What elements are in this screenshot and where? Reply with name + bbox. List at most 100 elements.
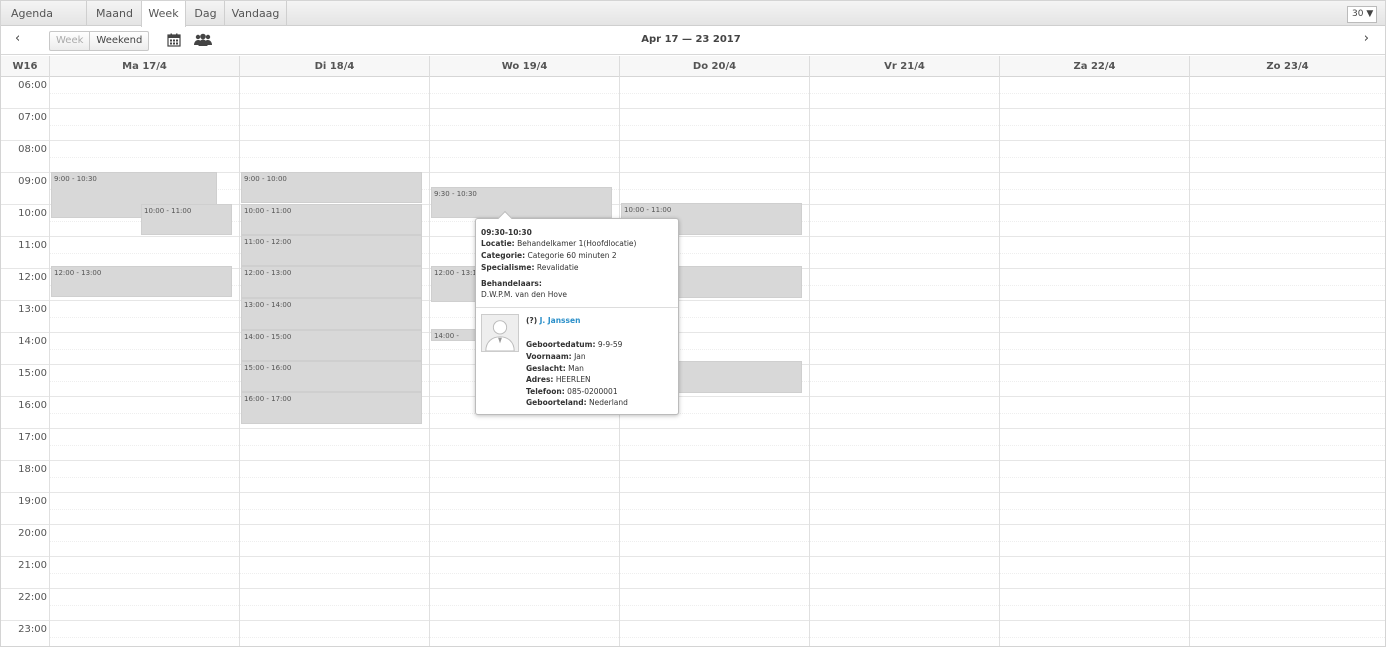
- week-header: W16 Ma 17/4 Di 18/4 Wo 19/4 Do 20/4 Vr 2…: [1, 56, 1385, 77]
- appointment[interactable]: 9:00 - 10:00: [241, 172, 422, 203]
- hour-label: 16:00: [18, 400, 47, 411]
- specialisme-label: Specialisme:: [481, 263, 535, 272]
- column-divider: [239, 77, 240, 646]
- hour-label: 12:00: [18, 272, 47, 283]
- appointment[interactable]: 16:00 - 17:00: [241, 392, 422, 424]
- day-header-za[interactable]: Za 22/4: [999, 56, 1189, 77]
- hour-row: 06:00: [1, 77, 1385, 109]
- hour-label: 17:00: [18, 432, 47, 443]
- voornaam-label: Voornaam:: [526, 352, 572, 361]
- adres-value: HEERLEN: [555, 375, 591, 384]
- day-header-zo[interactable]: Zo 23/4: [1189, 56, 1385, 77]
- hour-label: 10:00: [18, 208, 47, 219]
- tab-dag[interactable]: Dag: [187, 1, 225, 26]
- time-grid[interactable]: 06:00 07:00 08:00 09:00 10:00 11:00 12:0…: [1, 77, 1385, 646]
- tab-maand[interactable]: Maand: [88, 1, 141, 26]
- day-header-vr[interactable]: Vr 21/4: [809, 56, 999, 77]
- appointment[interactable]: 15:00 - 16:00: [241, 361, 422, 392]
- specialisme-value: Revalidatie: [536, 263, 579, 272]
- appointment[interactable]: 10:00 - 11:00: [241, 204, 422, 235]
- hour-label: 15:00: [18, 368, 47, 379]
- hour-row: 20:00: [1, 525, 1385, 557]
- day-header-wo[interactable]: Wo 19/4: [429, 56, 619, 77]
- column-divider: [49, 77, 50, 646]
- hour-label: 18:00: [18, 464, 47, 475]
- toolbar: ‹ Week Weekend Apr 17 — 23 2017 ›: [1, 27, 1385, 55]
- column-divider: [809, 77, 810, 646]
- categorie-label: Categorie:: [481, 251, 526, 260]
- geboortedatum-label: Geboortedatum:: [526, 340, 596, 349]
- hour-row: 13:00: [1, 301, 1385, 333]
- behandelaars-label: Behandelaars:: [481, 279, 542, 288]
- telefoon-label: Telefoon:: [526, 387, 565, 396]
- appointment[interactable]: 10:00 - 11:00: [141, 204, 232, 235]
- divider: [476, 307, 678, 308]
- appointment[interactable]: 9:30 - 10:30: [431, 187, 612, 218]
- column-divider: [429, 77, 430, 646]
- geslacht-label: Geslacht:: [526, 364, 566, 373]
- next-week-button[interactable]: ›: [1364, 31, 1369, 46]
- column-divider: [999, 77, 1000, 646]
- day-header-ma[interactable]: Ma 17/4: [49, 56, 239, 77]
- geslacht-value: Man: [568, 364, 584, 373]
- tab-agenda[interactable]: Agenda: [1, 1, 87, 26]
- geboortedatum-value: 9-9-59: [597, 340, 623, 349]
- categorie-value: Categorie 60 minuten 2: [527, 251, 617, 260]
- date-range-title: Apr 17 — 23 2017: [641, 34, 741, 45]
- appointment[interactable]: 12:00 - 13:00: [51, 266, 232, 297]
- hour-row: 19:00: [1, 493, 1385, 525]
- hour-row: 17:00: [1, 429, 1385, 461]
- week-button[interactable]: Week: [50, 32, 91, 50]
- day-header-di[interactable]: Di 18/4: [239, 56, 429, 77]
- calendar-icon[interactable]: [167, 33, 181, 47]
- people-icon[interactable]: [194, 33, 212, 47]
- patient-prefix: (?): [526, 316, 538, 325]
- telefoon-value: 085-0200001: [567, 387, 618, 396]
- tab-vandaag[interactable]: Vandaag: [225, 1, 287, 26]
- hour-label: 20:00: [18, 528, 47, 539]
- appointment[interactable]: 12:00 - 13:00: [241, 266, 422, 298]
- hour-row: 23:00: [1, 621, 1385, 647]
- patient-name-link[interactable]: J. Janssen: [540, 316, 581, 325]
- appointment[interactable]: 11:00 - 12:00: [241, 235, 422, 266]
- popup-time: 09:30-10:30: [481, 228, 532, 237]
- agenda-app: Agenda Maand Week Dag Vandaag 30 ▼ ‹ Wee…: [0, 0, 1386, 647]
- hour-row: 18:00: [1, 461, 1385, 493]
- locatie-value: Behandelkamer 1(Hoofdlocatie): [517, 239, 637, 248]
- avatar-placeholder-icon: [481, 314, 519, 352]
- hour-row: 07:00: [1, 109, 1385, 141]
- voornaam-value: Jan: [574, 352, 586, 361]
- appointment[interactable]: 14:00 - 15:00: [241, 330, 422, 361]
- slot-size-select[interactable]: 30 ▼: [1347, 6, 1377, 23]
- view-tab-bar: Agenda Maand Week Dag Vandaag 30 ▼: [1, 1, 1385, 27]
- hour-label: 06:00: [18, 80, 47, 91]
- geboorteland-value: Nederland: [589, 398, 628, 407]
- hour-label: 14:00: [18, 336, 47, 347]
- hour-row: 16:00: [1, 397, 1385, 429]
- hour-label: 19:00: [18, 496, 47, 507]
- hour-row: 22:00: [1, 589, 1385, 621]
- week-number: W16: [12, 61, 38, 72]
- hour-label: 07:00: [18, 112, 47, 123]
- hour-label: 21:00: [18, 560, 47, 571]
- hour-label: 23:00: [18, 624, 47, 635]
- column-divider: [1189, 77, 1190, 646]
- hour-label: 08:00: [18, 144, 47, 155]
- hour-row: 08:00: [1, 141, 1385, 173]
- behandelaars-value: D.W.P.M. van den Hove: [481, 290, 568, 299]
- hour-row: 11:00: [1, 237, 1385, 269]
- weekend-button[interactable]: Weekend: [90, 32, 148, 50]
- week-weekend-toggle: Week Weekend: [49, 31, 150, 51]
- adres-label: Adres:: [526, 375, 554, 384]
- day-header-do[interactable]: Do 20/4: [619, 56, 809, 77]
- prev-week-button[interactable]: ‹: [15, 31, 20, 46]
- hour-label: 11:00: [18, 240, 47, 251]
- hour-label: 13:00: [18, 304, 47, 315]
- locatie-label: Locatie:: [481, 239, 515, 248]
- hour-label: 09:00: [18, 176, 47, 187]
- appointment-popup: 09:30-10:30 Locatie: Behandelkamer 1(Hoo…: [475, 210, 679, 415]
- tab-week[interactable]: Week: [141, 1, 186, 27]
- hour-label: 22:00: [18, 592, 47, 603]
- geboorteland-label: Geboorteland:: [526, 398, 587, 407]
- appointment[interactable]: 13:00 - 14:00: [241, 298, 422, 330]
